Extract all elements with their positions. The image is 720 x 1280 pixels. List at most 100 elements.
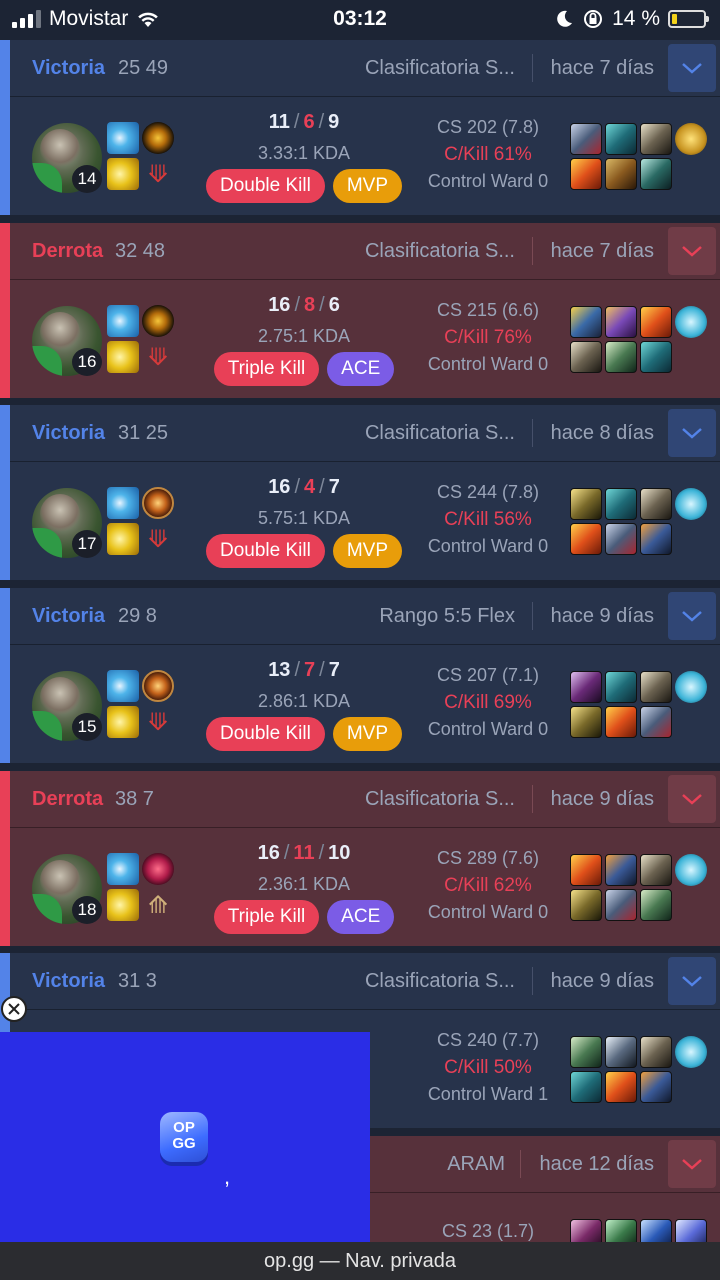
- ad-banner[interactable]: OP GG ,: [0, 1032, 370, 1242]
- item-icon[interactable]: [605, 889, 637, 921]
- trinket-icon[interactable]: [675, 671, 707, 703]
- kda-slash: /: [293, 111, 300, 133]
- assists: 10: [328, 842, 351, 864]
- ace-badge: ACE: [327, 900, 395, 934]
- item-icon[interactable]: [570, 706, 602, 738]
- precision-tree-icon: ⟱: [147, 708, 169, 736]
- item-icon[interactable]: [570, 306, 602, 338]
- flash-spell-icon: [107, 305, 139, 337]
- item-icon[interactable]: [605, 854, 637, 886]
- rotation-lock-icon: [584, 10, 603, 28]
- item-icon[interactable]: [570, 1036, 602, 1068]
- item-icon[interactable]: [640, 854, 672, 886]
- item-icon[interactable]: [605, 306, 637, 338]
- item-icon[interactable]: [570, 671, 602, 703]
- item-icon[interactable]: [570, 488, 602, 520]
- header-divider: [532, 419, 533, 447]
- item-icon[interactable]: [640, 523, 672, 555]
- header-divider: [532, 54, 533, 82]
- item-icon[interactable]: [640, 706, 672, 738]
- match-card[interactable]: Victoria 29 8 Rango 5:5 Flex hace 9 días…: [0, 588, 720, 763]
- trinket-icon[interactable]: [675, 306, 707, 338]
- result-bar: [0, 405, 10, 580]
- item-icon[interactable]: [605, 123, 637, 155]
- item-icon[interactable]: [605, 1036, 637, 1068]
- multikill-badge: Double Kill: [205, 169, 325, 203]
- status-bar: Movistar 03:12 14 %: [0, 0, 720, 38]
- item-icon[interactable]: [605, 1071, 637, 1103]
- item-icon[interactable]: [570, 1219, 602, 1242]
- item-icon[interactable]: [570, 889, 602, 921]
- conqueror-rune-icon: [142, 305, 174, 337]
- item-icon[interactable]: [570, 341, 602, 373]
- item-icon[interactable]: [605, 523, 637, 555]
- expand-button[interactable]: [668, 44, 716, 92]
- kda-ratio: 3.33:1 KDA: [257, 143, 351, 163]
- trinket-icon[interactable]: [675, 854, 707, 886]
- expand-button[interactable]: [668, 592, 716, 640]
- expand-button[interactable]: [668, 775, 716, 823]
- item-icon[interactable]: [640, 158, 672, 190]
- header-divider: [532, 967, 533, 995]
- item-icon[interactable]: [570, 1071, 602, 1103]
- item-icon[interactable]: [570, 158, 602, 190]
- match-card[interactable]: Derrota 32 48 Clasificatoria S... hace 7…: [0, 223, 720, 398]
- item-icon[interactable]: [570, 854, 602, 886]
- battery-percent: 14 %: [612, 7, 660, 30]
- match-header: Victoria 25 49 Clasificatoria S... hace …: [0, 40, 720, 97]
- kda-score: 11/6/9: [206, 111, 402, 134]
- time-ago: hace 8 días: [550, 422, 654, 444]
- item-icon[interactable]: [640, 306, 672, 338]
- item-icon[interactable]: [675, 1219, 707, 1242]
- kill-participation: C/Kill 76%: [444, 327, 532, 348]
- match-card[interactable]: Victoria 31 25 Clasificatoria S... hace …: [0, 405, 720, 580]
- match-result: Victoria: [32, 422, 105, 444]
- browser-bottom-bar[interactable]: op.gg — Nav. privada: [0, 1242, 720, 1280]
- match-card[interactable]: Victoria 25 49 Clasificatoria S... hace …: [0, 40, 720, 215]
- match-header: Victoria 31 3 Clasificatoria S... hace 9…: [0, 953, 720, 1010]
- item-icon[interactable]: [605, 706, 637, 738]
- item-icon[interactable]: [570, 523, 602, 555]
- match-result: Victoria: [32, 970, 105, 992]
- item-icon[interactable]: [605, 341, 637, 373]
- trinket-icon[interactable]: [675, 488, 707, 520]
- queue-type: ARAM: [447, 1153, 505, 1175]
- kda-score: 16/4/7: [206, 476, 402, 499]
- queue-type: Clasificatoria S...: [364, 240, 515, 262]
- item-icon[interactable]: [640, 1219, 672, 1242]
- trinket-icon[interactable]: [675, 1036, 707, 1068]
- match-header: Victoria 29 8 Rango 5:5 Flex hace 9 días: [0, 588, 720, 645]
- match-result: Victoria: [32, 605, 105, 627]
- match-card[interactable]: Derrota 38 7 Clasificatoria S... hace 9 …: [0, 771, 720, 946]
- item-icon[interactable]: [640, 488, 672, 520]
- flash-spell-icon: [107, 487, 139, 519]
- kda-ratio: 5.75:1 KDA: [257, 508, 351, 528]
- item-icon[interactable]: [605, 488, 637, 520]
- expand-button[interactable]: [668, 1140, 716, 1188]
- time-ago: hace 7 días: [550, 57, 654, 79]
- queue-type: Clasificatoria S...: [364, 788, 515, 810]
- item-icon[interactable]: [605, 1219, 637, 1242]
- match-body: 16 ⟱ 16/8/6 2.75:1 KDA Triple Kill ACE C…: [0, 280, 720, 398]
- item-icon[interactable]: [605, 671, 637, 703]
- item-icon[interactable]: [640, 123, 672, 155]
- badges: Double Kill MVP: [190, 534, 418, 568]
- cs-stat: CS 289 (7.6): [436, 848, 540, 868]
- match-body: 17 ⟱ 16/4/7 5.75:1 KDA Double Kill MVP C…: [0, 462, 720, 580]
- item-icon[interactable]: [570, 123, 602, 155]
- item-icon[interactable]: [640, 1071, 672, 1103]
- url-display[interactable]: op.gg — Nav. privada: [0, 1250, 720, 1273]
- expand-button[interactable]: [668, 227, 716, 275]
- item-icon[interactable]: [640, 1036, 672, 1068]
- expand-button[interactable]: [668, 957, 716, 1005]
- item-icon[interactable]: [640, 889, 672, 921]
- expand-button[interactable]: [668, 409, 716, 457]
- match-header: Derrota 32 48 Clasificatoria S... hace 7…: [0, 223, 720, 280]
- ad-close-button[interactable]: [1, 996, 27, 1022]
- item-icon[interactable]: [640, 671, 672, 703]
- item-icon[interactable]: [640, 341, 672, 373]
- item-icon[interactable]: [605, 158, 637, 190]
- opgg-logo[interactable]: OP GG: [160, 1112, 208, 1162]
- kda-slash: /: [319, 294, 325, 316]
- trinket-icon[interactable]: [675, 123, 707, 155]
